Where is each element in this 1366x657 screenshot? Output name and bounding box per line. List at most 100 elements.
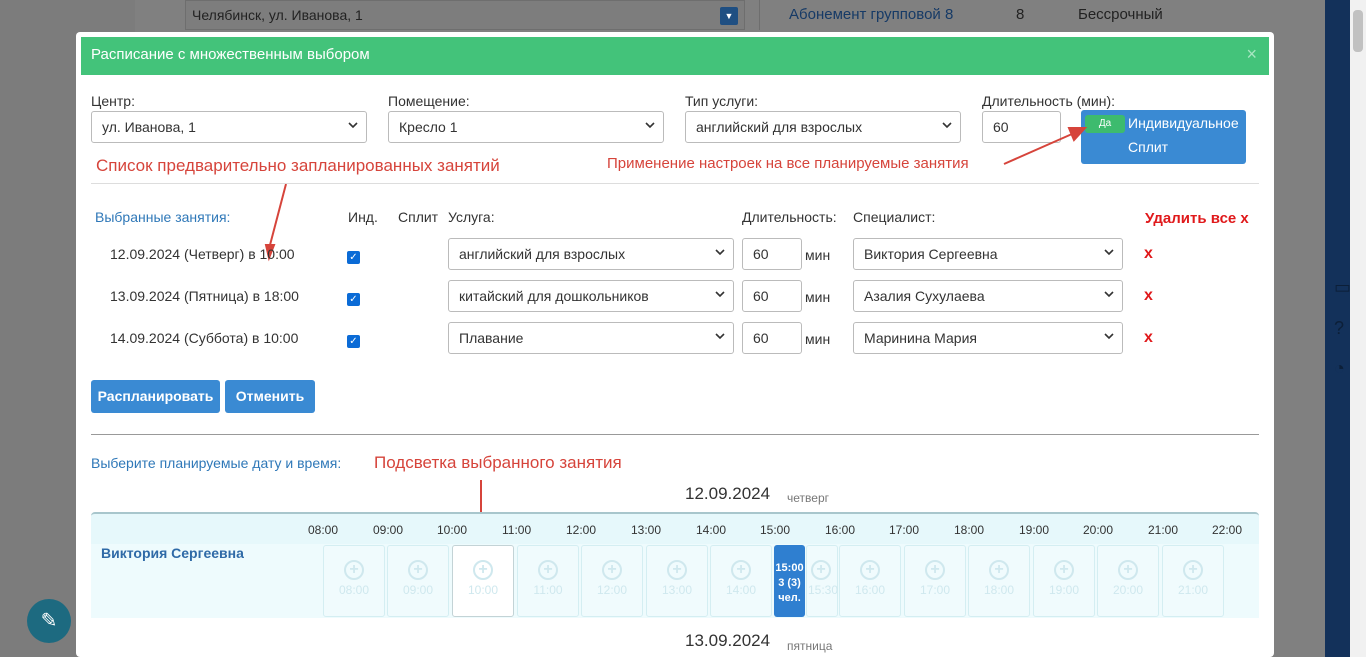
plus-icon: + [925, 560, 945, 580]
time-slot[interactable]: +21:00 [1162, 545, 1224, 617]
plus-icon: + [667, 560, 687, 580]
plus-icon: + [860, 560, 880, 580]
row-duration-input[interactable]: 60 [742, 280, 802, 312]
background-city-field: Челябинск, ул. Иванова, 1 ▼ [185, 0, 745, 30]
delete-all-button[interactable]: Удалить все x [1145, 210, 1249, 227]
time-slot[interactable]: +18:00 [968, 545, 1030, 617]
specialist-name: Виктория Сергеевна [101, 545, 244, 561]
selected-header: Выбранные занятия: [95, 209, 231, 225]
background-subscription-link: Абонемент групповой 8 [789, 6, 954, 23]
time-slot[interactable]: +20:00 [1097, 545, 1159, 617]
time-tick: 15:00 [760, 523, 791, 537]
row-duration-input[interactable]: 60 [742, 238, 802, 270]
room-label: Помещение: [388, 93, 470, 109]
chevron-down-icon [715, 291, 725, 298]
time-tick: 16:00 [825, 523, 856, 537]
background-city-text: Челябинск, ул. Иванова, 1 [192, 7, 363, 23]
row-service-value: китайский для дошкольников [459, 288, 649, 304]
row-service-value: английский для взрослых [459, 246, 626, 262]
booked-unit: чел. [778, 592, 801, 604]
pick-datetime-label: Выберите планируемые дату и время: [91, 455, 342, 471]
message-icon[interactable]: ▭ [1334, 277, 1351, 298]
schedule-modal: Расписание с множественным выбором × Цен… [76, 32, 1274, 657]
center-select[interactable]: ул. Иванова, 1 [91, 111, 367, 143]
slot-time: 10:00 [467, 583, 499, 597]
time-tick: 11:00 [502, 523, 532, 537]
individual-label: Индивидуальное [1128, 115, 1239, 131]
center-label: Центр: [91, 93, 135, 109]
specialist-timeline-row: Виктория Сергеевна +08:00 +09:00 +10:00 +11… [91, 544, 1259, 618]
help-icon[interactable]: ? [1334, 318, 1344, 339]
slot-time: 08:00 [338, 583, 370, 597]
slot-time: 16:00 [854, 583, 886, 597]
row-specialist-select[interactable]: Азалия Сухулаева [853, 280, 1123, 312]
time-slot[interactable]: +16:00 [839, 545, 901, 617]
scrollbar-thumb[interactable] [1353, 10, 1363, 52]
date-header: 13.09.2024 [685, 631, 771, 650]
duration-input[interactable]: 60 [982, 111, 1061, 143]
delete-row-button[interactable]: x [1144, 287, 1153, 305]
modal-header: Расписание с множественным выбором × [81, 37, 1269, 75]
highlight-annotation: Подсветка выбранного занятия [374, 453, 622, 472]
room-select-value: Кресло 1 [399, 119, 458, 135]
time-tick: 22:00 [1212, 523, 1243, 537]
day-of-week: четверг [787, 491, 829, 505]
row-specialist-select[interactable]: Маринина Мария [853, 322, 1123, 354]
time-slot[interactable]: +15:30 [806, 545, 838, 617]
time-slot[interactable]: +09:00 [387, 545, 449, 617]
time-tick: 12:00 [566, 523, 597, 537]
service-type-value: английский для взрослых [696, 119, 863, 135]
schedule-button[interactable]: Распланировать [91, 380, 220, 413]
delete-row-button[interactable]: x [1144, 245, 1153, 263]
day-of-week: пятница [787, 639, 833, 653]
close-icon[interactable]: × [1246, 44, 1257, 65]
time-slot[interactable]: +13:00 [646, 545, 708, 617]
chevron-down-icon [942, 122, 952, 129]
specialist-header: Специалист: [853, 209, 936, 225]
background-subscription-term: Бессрочный [1078, 6, 1163, 23]
background-separator [759, 0, 760, 30]
time-tick: 08:00 [308, 523, 339, 537]
ind-header: Инд. [348, 209, 378, 225]
slot-time: 11:00 [533, 583, 563, 597]
chevron-down-icon [715, 333, 725, 340]
chevron-down-icon [645, 122, 655, 129]
plus-icon: + [344, 560, 364, 580]
speed-icon[interactable]: ◔ [1334, 358, 1345, 379]
page-scrollbar[interactable] [1350, 0, 1366, 657]
ind-checkbox[interactable]: ✓ [347, 251, 360, 264]
duration-header: Длительность: [742, 209, 837, 225]
row-specialist-value: Виктория Сергеевна [864, 246, 998, 262]
cancel-button[interactable]: Отменить [225, 380, 315, 413]
slot-time: 20:00 [1112, 583, 1144, 597]
time-slot[interactable]: +08:00 [323, 545, 385, 617]
time-slot[interactable]: +14:00 [710, 545, 772, 617]
service-type-select[interactable]: английский для взрослых [685, 111, 961, 143]
plus-icon: + [538, 560, 558, 580]
row-specialist-select[interactable]: Виктория Сергеевна [853, 238, 1123, 270]
ind-checkbox[interactable]: ✓ [347, 335, 360, 348]
row-service-select[interactable]: китайский для дошкольников [448, 280, 734, 312]
time-slot[interactable]: +12:00 [581, 545, 643, 617]
slot-time: 18:00 [983, 583, 1015, 597]
slot-time: 09:00 [402, 583, 434, 597]
chevron-down-icon [1104, 333, 1114, 340]
row-service-select[interactable]: английский для взрослых [448, 238, 734, 270]
time-slot[interactable]: +19:00 [1033, 545, 1095, 617]
row-service-select[interactable]: Плавание [448, 322, 734, 354]
booked-slot[interactable]: 15:00 3 (3) чел. [774, 545, 805, 617]
time-slot[interactable]: +11:00 [517, 545, 579, 617]
individual-toggle[interactable]: Да [1085, 115, 1125, 133]
chat-button[interactable]: ✎ [27, 599, 71, 643]
slot-time: 15:30 [807, 583, 839, 597]
time-tick: 14:00 [696, 523, 727, 537]
time-tick: 20:00 [1083, 523, 1114, 537]
selected-time-slot[interactable]: +10:00 [452, 545, 514, 617]
time-slot[interactable]: +17:00 [904, 545, 966, 617]
ind-checkbox[interactable]: ✓ [347, 293, 360, 306]
chevron-down-icon [1104, 291, 1114, 298]
apply-options-panel: Да Индивидуальное Сплит [1081, 110, 1246, 164]
room-select[interactable]: Кресло 1 [388, 111, 664, 143]
delete-row-button[interactable]: x [1144, 329, 1153, 347]
row-duration-input[interactable]: 60 [742, 322, 802, 354]
